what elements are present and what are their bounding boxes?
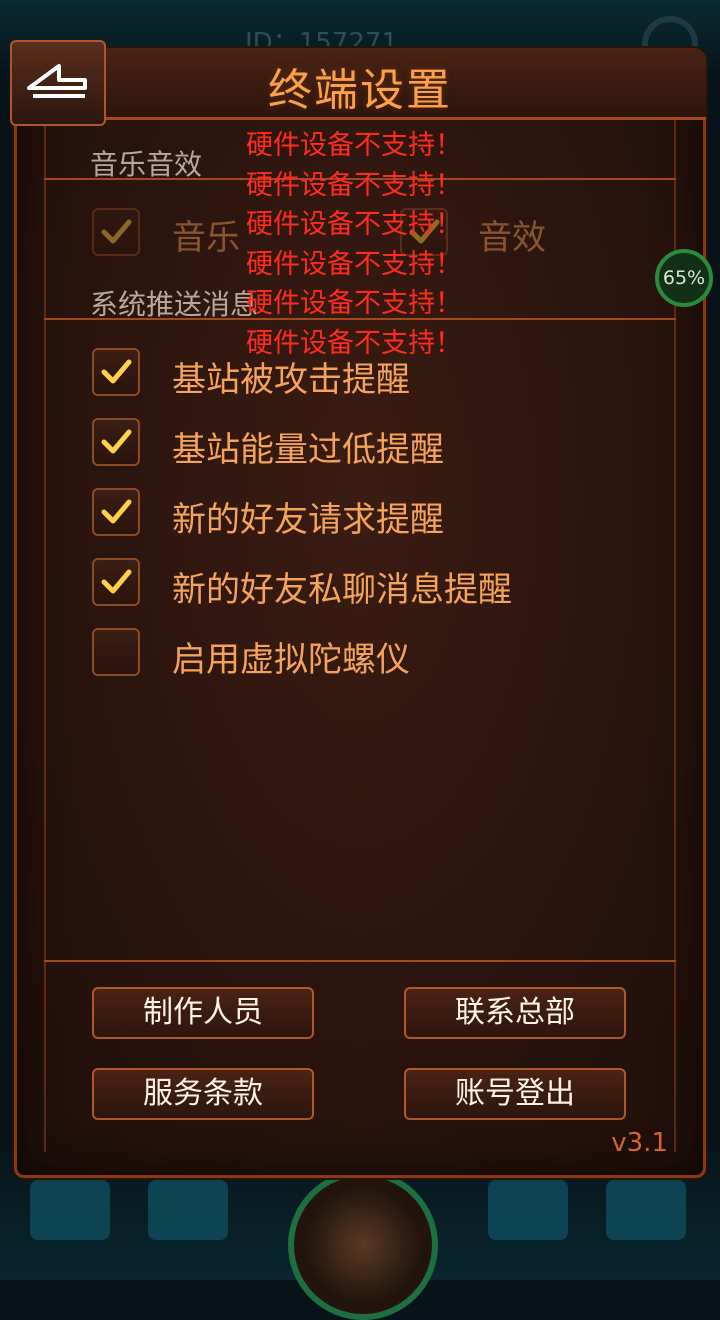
robot-icon xyxy=(488,1180,568,1240)
contact-hq-button[interactable]: 联系总部 xyxy=(404,987,626,1039)
checkmark-icon xyxy=(101,219,132,244)
terms-button[interactable]: 服务条款 xyxy=(92,1068,314,1120)
logout-button[interactable]: 账号登出 xyxy=(404,1068,626,1120)
chat-icon xyxy=(30,1180,110,1240)
section-label-push: 系统推送消息 xyxy=(90,288,259,321)
checkbox-friend-request[interactable] xyxy=(92,488,140,536)
checkbox-virtual-gyroscope[interactable] xyxy=(92,628,140,676)
toast-stack: 硬件设备不支持！ 硬件设备不支持！ 硬件设备不支持！ 硬件设备不支持！ 硬件设备… xyxy=(246,126,506,363)
toast-message: 硬件设备不支持！ xyxy=(246,209,462,240)
back-button[interactable] xyxy=(10,40,106,126)
option-label-virtual-gyroscope: 启用虚拟陀螺仪 xyxy=(172,640,410,680)
toast-message: 硬件设备不支持！ xyxy=(246,130,462,161)
credits-button[interactable]: 制作人员 xyxy=(92,987,314,1039)
option-label-music: 音乐 xyxy=(172,218,240,258)
option-label-friend-request: 新的好友请求提醒 xyxy=(172,500,444,540)
checkmark-icon xyxy=(101,359,132,384)
toast-message: 硬件设备不支持！ xyxy=(246,248,462,280)
checkbox-base-low-energy[interactable] xyxy=(92,418,140,466)
share-icon xyxy=(148,1180,228,1240)
checkbox-music[interactable] xyxy=(92,208,140,256)
checkbox-base-attacked[interactable] xyxy=(92,348,140,396)
section-label-audio: 音乐音效 xyxy=(90,148,203,181)
progress-badge: 65% xyxy=(655,249,713,307)
version-label: v3.1 xyxy=(611,1128,668,1158)
back-arrow-icon xyxy=(27,64,87,98)
checkmark-icon xyxy=(101,499,132,524)
checkmark-icon xyxy=(101,569,132,594)
toast-message: 硬件设备不支持！ xyxy=(246,288,462,319)
monitor-icon xyxy=(606,1180,686,1240)
checkmark-icon xyxy=(101,429,132,454)
center-ring xyxy=(288,1170,438,1320)
checkbox-friend-message[interactable] xyxy=(92,558,140,606)
divider xyxy=(44,960,676,962)
page-title: 终端设置 xyxy=(268,65,452,116)
toast-message: 硬件设备不支持！ xyxy=(246,169,462,201)
toast-message: 硬件设备不支持！ xyxy=(246,327,462,359)
option-label-base-low-energy: 基站能量过低提醒 xyxy=(172,430,444,470)
option-label-friend-message: 新的好友私聊消息提醒 xyxy=(172,570,512,610)
